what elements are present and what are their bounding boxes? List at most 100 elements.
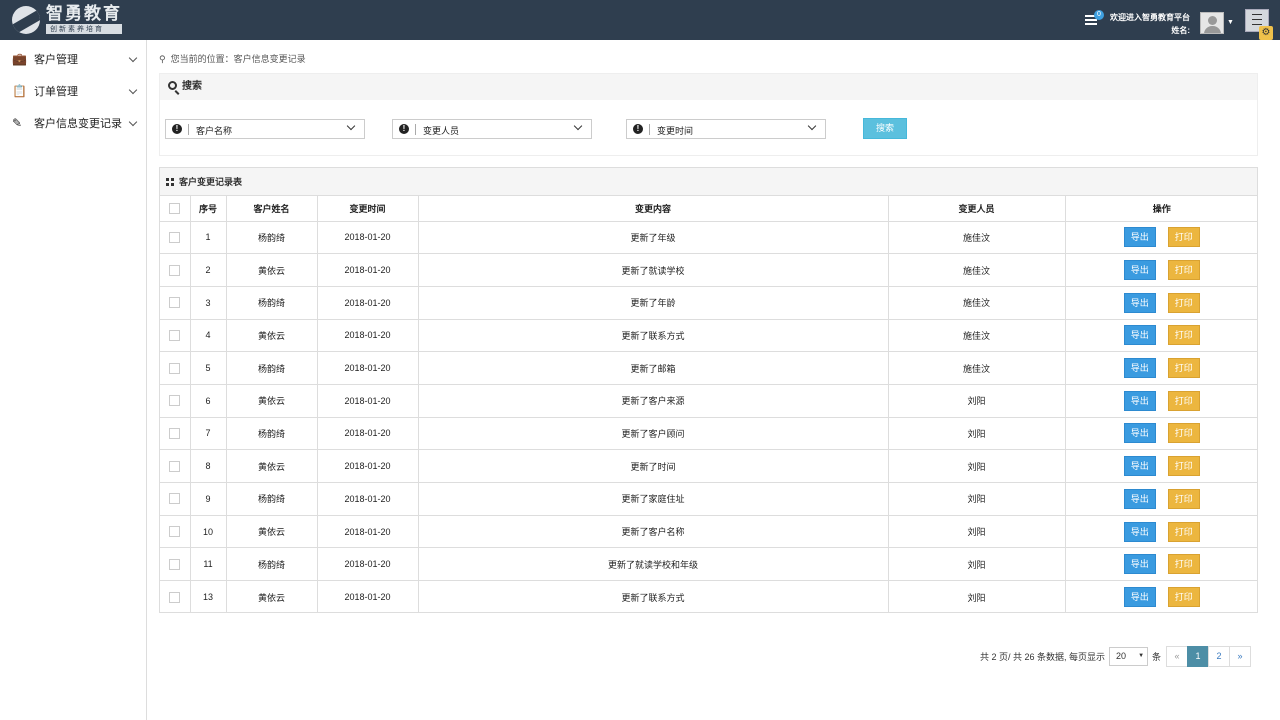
table-panel-header: 客户变更记录表 — [160, 168, 1257, 196]
actions-cell: 导出 打印 — [1065, 515, 1258, 549]
column-header[interactable]: 序号 — [190, 196, 227, 222]
sidebar-item-order-management[interactable]: 📋 订单管理 — [0, 75, 146, 107]
row-checkbox[interactable] — [169, 493, 181, 505]
operator-name: 刘阳 — [888, 417, 1066, 451]
row-checkbox[interactable] — [169, 526, 181, 538]
table-row[interactable]: 2 黄依云 2018-01-20 更新了就读学校 施佳汶 导出 打印 — [160, 253, 1258, 287]
export-button[interactable]: 导出 — [1123, 260, 1156, 281]
logo[interactable]: 智勇教育 创新素养培育 — [12, 5, 122, 34]
print-button[interactable]: 打印 — [1167, 325, 1200, 346]
row-checkbox[interactable] — [169, 231, 181, 243]
export-button[interactable]: 导出 — [1123, 292, 1156, 313]
sidebar-item-change-records[interactable]: ✎ 客户信息变更记录 — [0, 107, 146, 139]
print-button[interactable]: 打印 — [1167, 260, 1200, 281]
table-row[interactable]: 11 杨韵绮 2018-01-20 更新了就读学校和年级 刘阳 导出 打印 — [160, 547, 1258, 582]
change-date: 2018-01-20 — [317, 449, 419, 483]
briefcase-icon: 💼 — [12, 52, 27, 66]
page-button-2[interactable]: 2 — [1208, 646, 1231, 667]
page-size-select[interactable]: 20 ▼ — [1109, 647, 1149, 666]
print-button[interactable]: 打印 — [1167, 292, 1200, 313]
change-time-select[interactable]: ! 变更时间 — [626, 119, 826, 139]
gear-icon[interactable]: ⚙ — [1259, 26, 1273, 40]
print-button[interactable]: 打印 — [1167, 456, 1200, 477]
row-number: 5 — [190, 351, 227, 385]
row-number: 9 — [190, 482, 227, 516]
print-button[interactable]: 打印 — [1167, 587, 1200, 608]
table-row[interactable]: 9 杨韵绮 2018-01-20 更新了家庭住址 刘阳 导出 打印 — [160, 482, 1258, 516]
sidebar: 💼 客户管理 📋 订单管理 ✎ 客户信息变更记录 — [0, 40, 147, 720]
export-button[interactable]: 导出 — [1123, 587, 1156, 608]
sidebar-item-customer-management[interactable]: 💼 客户管理 — [0, 43, 146, 75]
records-table-panel: 客户变更记录表 序号 客户姓名 变更时间 变更内容 变更人员 操作 1 杨韵绮 20… — [159, 167, 1258, 614]
avatar[interactable] — [1200, 12, 1224, 34]
row-checkbox[interactable] — [169, 428, 181, 440]
print-button[interactable]: 打印 — [1167, 554, 1200, 575]
operator-select[interactable]: ! 变更人员 — [392, 119, 592, 139]
records-table: 序号 客户姓名 变更时间 变更内容 变更人员 操作 1 杨韵绮 2018-01-20… — [160, 196, 1258, 614]
table-row[interactable]: 10 黄依云 2018-01-20 更新了客户名称 刘阳 导出 打印 — [160, 515, 1258, 549]
caret-down-icon[interactable]: ▼ — [1227, 19, 1234, 26]
breadcrumb-text: 您当前的位置：客户信息变更记录 — [170, 54, 306, 64]
print-button[interactable]: 打印 — [1167, 521, 1200, 542]
row-number: 10 — [190, 515, 227, 549]
export-button[interactable]: 导出 — [1123, 554, 1156, 575]
change-content: 更新了年级 — [418, 221, 889, 255]
row-checkbox[interactable] — [169, 591, 181, 603]
export-button[interactable]: 导出 — [1123, 390, 1156, 411]
next-page-button[interactable]: » — [1229, 646, 1252, 667]
print-button[interactable]: 打印 — [1167, 488, 1200, 509]
table-row[interactable]: 13 黄依云 2018-01-20 更新了联系方式 刘阳 导出 打印 — [160, 580, 1258, 614]
row-number: 2 — [190, 253, 227, 287]
table-row[interactable]: 8 黄依云 2018-01-20 更新了时间 刘阳 导出 打印 — [160, 449, 1258, 483]
change-content: 更新了时间 — [418, 449, 889, 483]
export-button[interactable]: 导出 — [1123, 456, 1156, 477]
prev-page-button[interactable]: « — [1166, 646, 1189, 667]
table-row[interactable]: 6 黄依云 2018-01-20 更新了客户来源 刘阳 导出 打印 — [160, 384, 1258, 418]
row-checkbox[interactable] — [169, 395, 181, 407]
export-button[interactable]: 导出 — [1123, 423, 1156, 444]
table-row[interactable]: 3 杨韵绮 2018-01-20 更新了年龄 施佳汶 导出 打印 — [160, 286, 1258, 320]
change-content: 更新了客户名称 — [418, 515, 889, 549]
print-button[interactable]: 打印 — [1167, 227, 1200, 248]
print-button[interactable]: 打印 — [1167, 423, 1200, 444]
column-header[interactable]: 客户姓名 — [226, 196, 318, 222]
change-content: 更新了客户来源 — [418, 384, 889, 418]
export-button[interactable]: 导出 — [1123, 227, 1156, 248]
export-button[interactable]: 导出 — [1123, 358, 1156, 379]
change-date: 2018-01-20 — [317, 580, 419, 614]
print-button[interactable]: 打印 — [1167, 358, 1200, 379]
table-row[interactable]: 1 杨韵绮 2018-01-20 更新了年级 施佳汶 导出 打印 — [160, 221, 1258, 255]
operator-name: 施佳汶 — [888, 253, 1066, 287]
print-button[interactable]: 打印 — [1167, 390, 1200, 411]
row-select-cell — [160, 580, 191, 614]
column-header[interactable]: 变更内容 — [418, 196, 889, 222]
row-select-cell — [160, 319, 191, 353]
row-checkbox[interactable] — [169, 460, 181, 472]
row-checkbox[interactable] — [169, 297, 181, 309]
table-row[interactable]: 5 杨韵绮 2018-01-20 更新了邮箱 施佳汶 导出 打印 — [160, 351, 1258, 385]
column-header[interactable]: 变更时间 — [317, 196, 419, 222]
export-button[interactable]: 导出 — [1123, 488, 1156, 509]
row-checkbox[interactable] — [169, 558, 181, 570]
breadcrumb: ⚲ 您当前的位置：客户信息变更记录 — [159, 52, 306, 65]
customer-name-select[interactable]: ! 客户名称 — [165, 119, 365, 139]
row-checkbox[interactable] — [169, 362, 181, 374]
row-select-cell — [160, 417, 191, 451]
select-label: 客户名称 — [196, 126, 233, 136]
row-number: 3 — [190, 286, 227, 320]
row-checkbox[interactable] — [169, 264, 181, 276]
page-button-1[interactable]: 1 — [1187, 646, 1210, 667]
column-header[interactable]: 变更人员 — [888, 196, 1066, 222]
row-select-cell — [160, 253, 191, 287]
change-date: 2018-01-20 — [317, 482, 419, 516]
table-row[interactable]: 7 杨韵绮 2018-01-20 更新了客户顾问 刘阳 导出 打印 — [160, 417, 1258, 451]
export-button[interactable]: 导出 — [1123, 325, 1156, 346]
user-name-label: 姓名: — [1171, 26, 1190, 35]
operator-name: 刘阳 — [888, 580, 1066, 614]
export-button[interactable]: 导出 — [1123, 521, 1156, 542]
change-date: 2018-01-20 — [317, 319, 419, 353]
table-row[interactable]: 4 黄依云 2018-01-20 更新了联系方式 施佳汶 导出 打印 — [160, 319, 1258, 353]
select-all-checkbox[interactable] — [169, 202, 181, 214]
search-button[interactable]: 搜索 — [863, 118, 907, 139]
row-checkbox[interactable] — [169, 329, 181, 341]
